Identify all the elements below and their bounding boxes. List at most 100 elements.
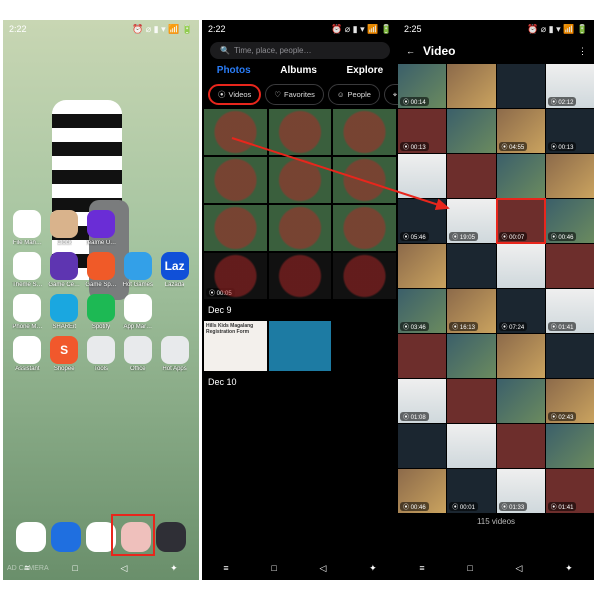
video-thumb[interactable] <box>546 154 594 198</box>
app-app-mar-[interactable]: App Mar… <box>121 294 154 330</box>
video-thumb[interactable] <box>497 154 545 198</box>
video-thumb[interactable]: ⦿ 19:05 <box>447 199 495 243</box>
kebab-icon[interactable]: ⋮ <box>578 46 586 57</box>
photo-thumb[interactable] <box>204 109 267 155</box>
video-thumb[interactable] <box>398 424 446 468</box>
video-thumb[interactable]: ⦿ 04:55 <box>497 109 545 153</box>
nav-bar[interactable]: ≡ □ ◁ ✦ <box>202 563 398 574</box>
video-thumb[interactable] <box>497 379 545 423</box>
video-thumb[interactable] <box>497 424 545 468</box>
recents-icon[interactable]: ≡ <box>419 563 424 574</box>
app-game-sp-[interactable]: Game Sp… <box>85 252 118 288</box>
photo-thumb[interactable] <box>333 205 396 251</box>
video-thumb[interactable] <box>447 424 495 468</box>
back-icon[interactable]: ← <box>406 46 415 56</box>
video-thumb[interactable]: ⦿ 01:33 <box>497 469 545 513</box>
video-thumb[interactable]: ⦿ 01:08 <box>398 379 446 423</box>
accessibility-icon[interactable]: ✦ <box>565 563 573 574</box>
home-icon[interactable]: □ <box>72 563 77 574</box>
tab-explore[interactable]: Explore <box>347 65 384 76</box>
accessibility-icon[interactable]: ✦ <box>170 563 178 574</box>
nav-bar[interactable]: ≡ □ ◁ ✦ <box>398 563 594 574</box>
app-realme-u-[interactable]: realme U… <box>85 210 118 246</box>
video-thumb[interactable] <box>398 334 446 378</box>
video-thumb[interactable]: ⦿ 00:46 <box>398 469 446 513</box>
home-icon[interactable]: □ <box>271 563 276 574</box>
app-phone-m-[interactable]: Phone M… <box>11 294 44 330</box>
clock-label: 2:22 <box>208 24 226 34</box>
video-thumb[interactable]: ⦿ 00:46 <box>546 199 594 243</box>
photo-thumb[interactable] <box>269 109 332 155</box>
video-thumb[interactable] <box>497 244 545 288</box>
app-spotify[interactable]: Spotify <box>85 294 118 330</box>
back-icon[interactable]: ◁ <box>120 563 127 574</box>
video-thumb[interactable]: ⦿ 02:43 <box>546 379 594 423</box>
video-thumb[interactable]: ⦿ 05:46 <box>398 199 446 243</box>
photo-thumb[interactable]: ⦿ 00:05 <box>204 253 267 299</box>
video-thumb[interactable]: ⦿ 00:01 <box>447 469 495 513</box>
video-thumb[interactable]: ⦿ 01:41 <box>546 289 594 333</box>
photo-thumb[interactable] <box>204 205 267 251</box>
app-file-man-[interactable]: File Man… <box>11 210 44 246</box>
back-icon[interactable]: ◁ <box>515 563 522 574</box>
app-clock[interactable]: Clock <box>48 210 81 246</box>
recents-icon[interactable]: ≡ <box>223 563 228 574</box>
tab-albums[interactable]: Albums <box>280 65 317 76</box>
document-thumb[interactable]: Hills Kids Magalang Registration Form <box>204 321 267 371</box>
photo-thumb[interactable] <box>333 109 396 155</box>
app-tools[interactable]: Tools <box>85 336 118 372</box>
app-theme-s-[interactable]: Theme S… <box>11 252 44 288</box>
photo-thumb[interactable] <box>269 205 332 251</box>
video-thumb[interactable] <box>447 109 495 153</box>
video-thumb[interactable] <box>447 334 495 378</box>
tab-photos[interactable]: Photos <box>217 65 251 76</box>
chip-favorites[interactable]: ♡ Favorites <box>265 84 324 105</box>
video-thumb[interactable]: ⦿ 00:13 <box>546 109 594 153</box>
home-icon[interactable]: □ <box>467 563 472 574</box>
photo-thumb[interactable] <box>269 253 332 299</box>
app-hot-games[interactable]: Hot Games <box>121 252 154 288</box>
video-thumb[interactable] <box>398 244 446 288</box>
video-thumb[interactable]: ⦿ 02:12 <box>546 64 594 108</box>
dock-app-4[interactable] <box>156 522 186 552</box>
video-thumb[interactable] <box>497 334 545 378</box>
video-thumb[interactable]: ⦿ 07:24 <box>497 289 545 333</box>
chip-videos[interactable]: ⦿ Videos <box>208 84 261 105</box>
app-game-ce-[interactable]: Game Ce… <box>48 252 81 288</box>
app-shopee[interactable]: SShopee <box>48 336 81 372</box>
dock-app-0[interactable] <box>16 522 46 552</box>
video-thumb[interactable]: ⦿ 00:13 <box>398 109 446 153</box>
back-icon[interactable]: ◁ <box>319 563 326 574</box>
photo-thumb[interactable] <box>333 253 396 299</box>
app-lazada[interactable]: LazLazada <box>158 252 191 288</box>
video-thumb[interactable] <box>447 64 495 108</box>
video-thumb[interactable]: ⦿ 16:13 <box>447 289 495 333</box>
accessibility-icon[interactable]: ✦ <box>369 563 377 574</box>
photo-thumb[interactable] <box>333 157 396 203</box>
clock-label: 2:22 <box>9 24 27 34</box>
search-placeholder: Time, place, people… <box>234 46 312 55</box>
chip-location[interactable]: ⌖ Locat <box>384 84 398 105</box>
video-thumb[interactable]: ⦿ 00:07 <box>497 199 545 243</box>
document-thumb[interactable] <box>269 321 332 371</box>
photo-thumb[interactable] <box>204 157 267 203</box>
app-assistant[interactable]: Assistant <box>11 336 44 372</box>
video-thumb[interactable] <box>497 64 545 108</box>
chip-people[interactable]: ☺ People <box>328 84 380 105</box>
photo-thumb[interactable] <box>269 157 332 203</box>
video-thumb[interactable]: ⦿ 01:41 <box>546 469 594 513</box>
dock-app-1[interactable] <box>51 522 81 552</box>
app-shareit[interactable]: SHAREit <box>48 294 81 330</box>
video-thumb[interactable] <box>546 424 594 468</box>
video-thumb[interactable] <box>546 244 594 288</box>
app-office[interactable]: Office <box>121 336 154 372</box>
video-thumb[interactable]: ⦿ 00:14 <box>398 64 446 108</box>
video-thumb[interactable] <box>398 154 446 198</box>
video-thumb[interactable]: ⦿ 03:46 <box>398 289 446 333</box>
video-thumb[interactable] <box>546 334 594 378</box>
video-thumb[interactable] <box>447 244 495 288</box>
video-thumb[interactable] <box>447 379 495 423</box>
app-hot-apps[interactable]: Hot Apps <box>158 336 191 372</box>
video-thumb[interactable] <box>447 154 495 198</box>
search-field[interactable]: 🔍 Time, place, people… <box>210 42 390 59</box>
